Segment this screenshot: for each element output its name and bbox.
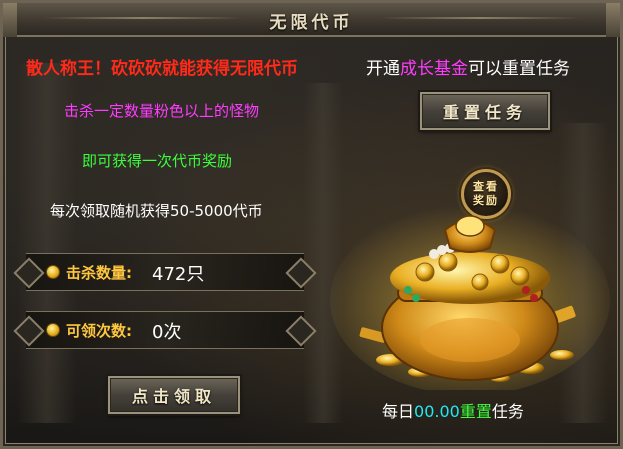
kill-count-row: 击杀数量: 472只 <box>26 253 304 291</box>
claimable-count-value: 0次 <box>152 322 182 343</box>
page-title: 无限代币 <box>269 13 354 33</box>
kill-requirement-text: 击杀一定数量粉色以上的怪物 <box>64 102 260 120</box>
gold-coin-icon <box>46 323 60 337</box>
growth-fund-note: 开通成长基金可以重置任务 <box>366 54 570 79</box>
kill-count-value: 472只 <box>152 264 205 285</box>
title-ornament-right <box>606 3 620 37</box>
growth-fund-suffix: 可以重置任务 <box>468 59 570 79</box>
daily-reset-highlight: 重置 <box>459 402 492 421</box>
reward-info-text: 即可获得一次代币奖励 <box>82 152 233 170</box>
growth-fund-prefix: 开通 <box>366 59 400 79</box>
daily-reset-time: 00.00 <box>414 402 460 421</box>
treasure-pot-icon <box>330 205 610 390</box>
kill-count-label: 击杀数量: <box>66 264 132 282</box>
daily-reset-note: 每日00.00重置任务 <box>382 398 524 422</box>
headline-slogan: 散人称王！砍砍砍就能获得无限代币 <box>26 59 298 79</box>
daily-reset-suffix: 任务 <box>491 402 524 421</box>
claimable-count-row: 可领次数: 0次 <box>26 311 304 349</box>
claim-button[interactable]: 点击领取 <box>106 374 242 416</box>
claimable-count-label: 可领次数: <box>66 322 132 340</box>
random-reward-text: 每次领取随机获得50-5000代币 <box>50 202 263 220</box>
gold-coin-icon <box>46 265 60 279</box>
title-bar: 无限代币 <box>3 3 620 37</box>
reset-task-button[interactable]: 重置任务 <box>418 90 552 132</box>
growth-fund-link: 成长基金 <box>400 59 468 79</box>
daily-reset-prefix: 每日 <box>382 402 415 421</box>
